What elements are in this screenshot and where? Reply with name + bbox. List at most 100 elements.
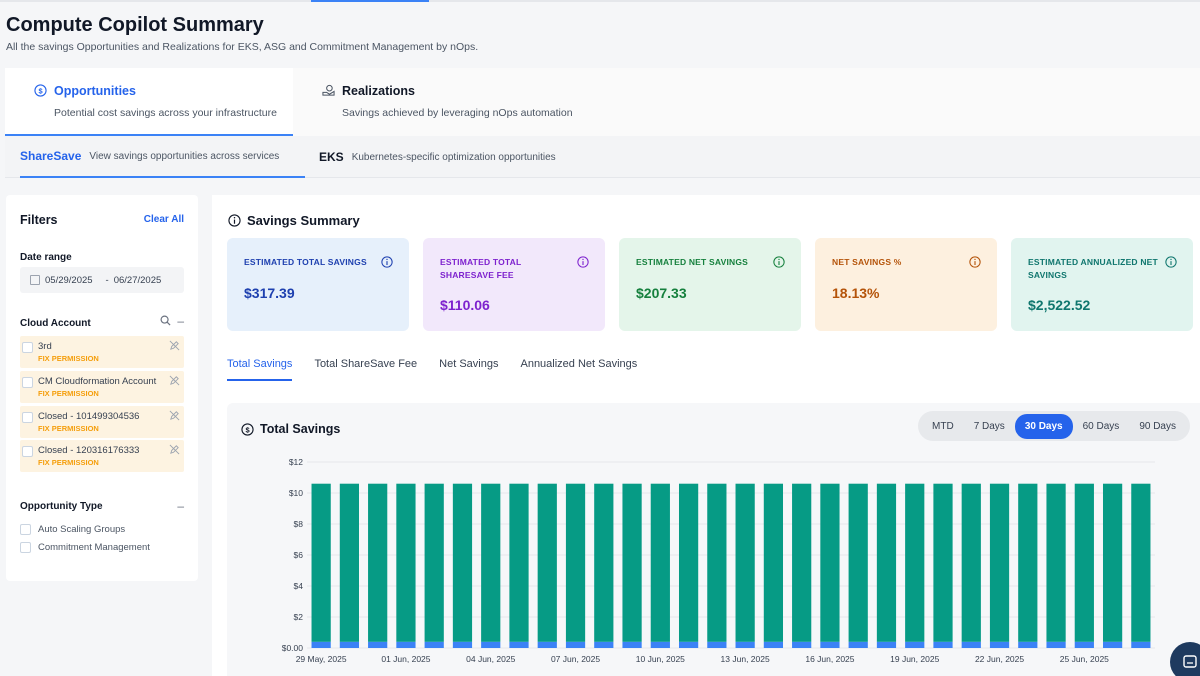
info-circle-icon [228, 214, 241, 227]
info-icon[interactable] [969, 256, 981, 268]
summary-cards: ESTIMATED TOTAL SAVINGS $317.39 ESTIMATE… [227, 238, 1200, 331]
bar [368, 483, 388, 642]
account-checkbox[interactable] [22, 377, 33, 388]
account-item[interactable]: 3rd FIX PERMISSION [20, 336, 184, 368]
info-icon[interactable] [381, 256, 393, 268]
tab-total-sharesave-fee[interactable]: Total ShareSave Fee [314, 358, 417, 381]
edit-off-icon[interactable] [169, 375, 180, 386]
info-icon[interactable] [1165, 256, 1177, 268]
opportunity-type-option[interactable]: Auto Scaling Groups [20, 524, 125, 535]
edit-off-icon[interactable] [169, 340, 180, 351]
top-divider [0, 0, 1200, 2]
subtab-sharesave-desc: View savings opportunities across servic… [89, 150, 280, 162]
bar-segment-base [1018, 641, 1038, 648]
bar [763, 483, 784, 642]
card-value: $110.06 [440, 297, 490, 313]
bar-segment-base [622, 641, 642, 648]
bar [735, 483, 755, 642]
chat-icon [1183, 655, 1197, 668]
collapse-icon[interactable]: – [177, 315, 184, 327]
bar [792, 483, 812, 642]
tab-realizations-label: Realizations [342, 84, 415, 98]
bar-segment-base [368, 641, 388, 648]
opportunity-type-label: Commitment Management [38, 542, 150, 553]
info-icon[interactable] [773, 256, 785, 268]
fix-permission-label[interactable]: FIX PERMISSION [38, 389, 99, 398]
bar-segment-base [481, 641, 501, 648]
y-tick-label: $8 [294, 519, 304, 529]
estimated-total-savings-card: ESTIMATED TOTAL SAVINGS $317.39 [227, 238, 409, 331]
subtab-eks-desc: Kubernetes-specific optimization opportu… [351, 151, 556, 163]
fix-permission-label[interactable]: FIX PERMISSION [38, 354, 99, 363]
date-range-label: Date range [20, 252, 72, 263]
tab-opportunities-desc: Potential cost savings across your infra… [54, 107, 277, 119]
account-checkbox[interactable] [22, 446, 33, 457]
bar-segment-base [848, 641, 868, 648]
tab-net-savings[interactable]: Net Savings [439, 358, 498, 381]
estimated-sharesave-fee-card: ESTIMATED TOTAL SHARESAVE FEE $110.06 [423, 238, 605, 331]
bar-segment-base [735, 641, 755, 648]
opportunity-type-checkbox[interactable] [20, 542, 31, 553]
account-item[interactable]: CM Cloudformation Account FIX PERMISSION [20, 371, 184, 403]
edit-off-icon[interactable] [169, 444, 180, 455]
bar [678, 483, 699, 642]
date-end: 06/27/2025 [113, 274, 162, 286]
bar [565, 483, 586, 642]
date-range-picker[interactable]: 05/29/2025 - 06/27/2025 [20, 267, 184, 293]
net-savings-percent-card: NET SAVINGS % 18.13% [815, 238, 997, 331]
page-subtitle: All the savings Opportunities and Realiz… [6, 41, 479, 53]
bar-segment-base [424, 641, 444, 648]
fix-permission-label[interactable]: FIX PERMISSION [38, 458, 99, 467]
search-icon[interactable] [160, 315, 171, 326]
estimated-net-savings-card: ESTIMATED NET SAVINGS $207.33 [619, 238, 801, 331]
account-item[interactable]: Closed - 101499304536 FIX PERMISSION [20, 406, 184, 438]
x-tick-label: 19 Jun, 2025 [890, 654, 939, 664]
bar [1102, 483, 1123, 642]
y-tick-label: $4 [294, 581, 304, 591]
subtab-sharesave-label: ShareSave [20, 149, 82, 163]
bar [650, 483, 670, 642]
bar [1046, 483, 1066, 642]
card-label: ESTIMATED ANNUALIZED NET SAVINGS [1028, 257, 1158, 280]
bar-segment-base [565, 641, 586, 648]
bar [1018, 483, 1038, 642]
bar [961, 483, 981, 642]
bar [594, 483, 614, 642]
info-icon[interactable] [577, 256, 589, 268]
card-value: $317.39 [244, 285, 295, 301]
edit-off-icon[interactable] [169, 410, 180, 421]
y-tick-label: $0.00 [282, 643, 304, 653]
bar [311, 483, 331, 642]
account-item[interactable]: Closed - 120316176333 FIX PERMISSION [20, 440, 184, 472]
bar [396, 483, 416, 642]
account-checkbox[interactable] [22, 412, 33, 423]
bar-segment-base [339, 641, 360, 648]
collapse-icon[interactable]: – [177, 500, 184, 512]
fix-permission-label[interactable]: FIX PERMISSION [38, 424, 99, 433]
tab-realizations[interactable]: Realizations Savings achieved by leverag… [293, 68, 1200, 136]
bar-segment-base [537, 641, 557, 648]
opportunity-type-checkbox[interactable] [20, 524, 31, 535]
bar [933, 483, 953, 642]
bar [707, 483, 727, 642]
account-name: Closed - 101499304536 [38, 411, 140, 422]
opportunity-type-option[interactable]: Commitment Management [20, 542, 150, 553]
bar [481, 483, 501, 642]
tab-opportunities[interactable]: $ Opportunities Potential cost savings a… [5, 68, 293, 136]
clear-all-button[interactable]: Clear All [144, 214, 184, 225]
tab-annualized-net-savings[interactable]: Annualized Net Savings [520, 358, 637, 381]
top-active-indicator [311, 0, 429, 2]
y-tick-label: $12 [289, 457, 303, 467]
bar [452, 483, 473, 642]
tab-total-savings[interactable]: Total Savings [227, 358, 293, 381]
account-checkbox[interactable] [22, 342, 33, 353]
bar [339, 483, 360, 642]
card-label: NET SAVINGS % [832, 257, 902, 267]
savings-summary-panel: Savings Summary ESTIMATED TOTAL SAVINGS … [212, 195, 1200, 676]
subtab-eks[interactable]: EKS Kubernetes-specific optimization opp… [319, 136, 556, 178]
bar-segment-base [707, 641, 727, 648]
subtab-sharesave[interactable]: ShareSave View savings opportunities acr… [20, 136, 305, 178]
bar-segment-base [933, 641, 953, 648]
y-tick-label: $6 [294, 550, 304, 560]
bar [905, 483, 925, 642]
